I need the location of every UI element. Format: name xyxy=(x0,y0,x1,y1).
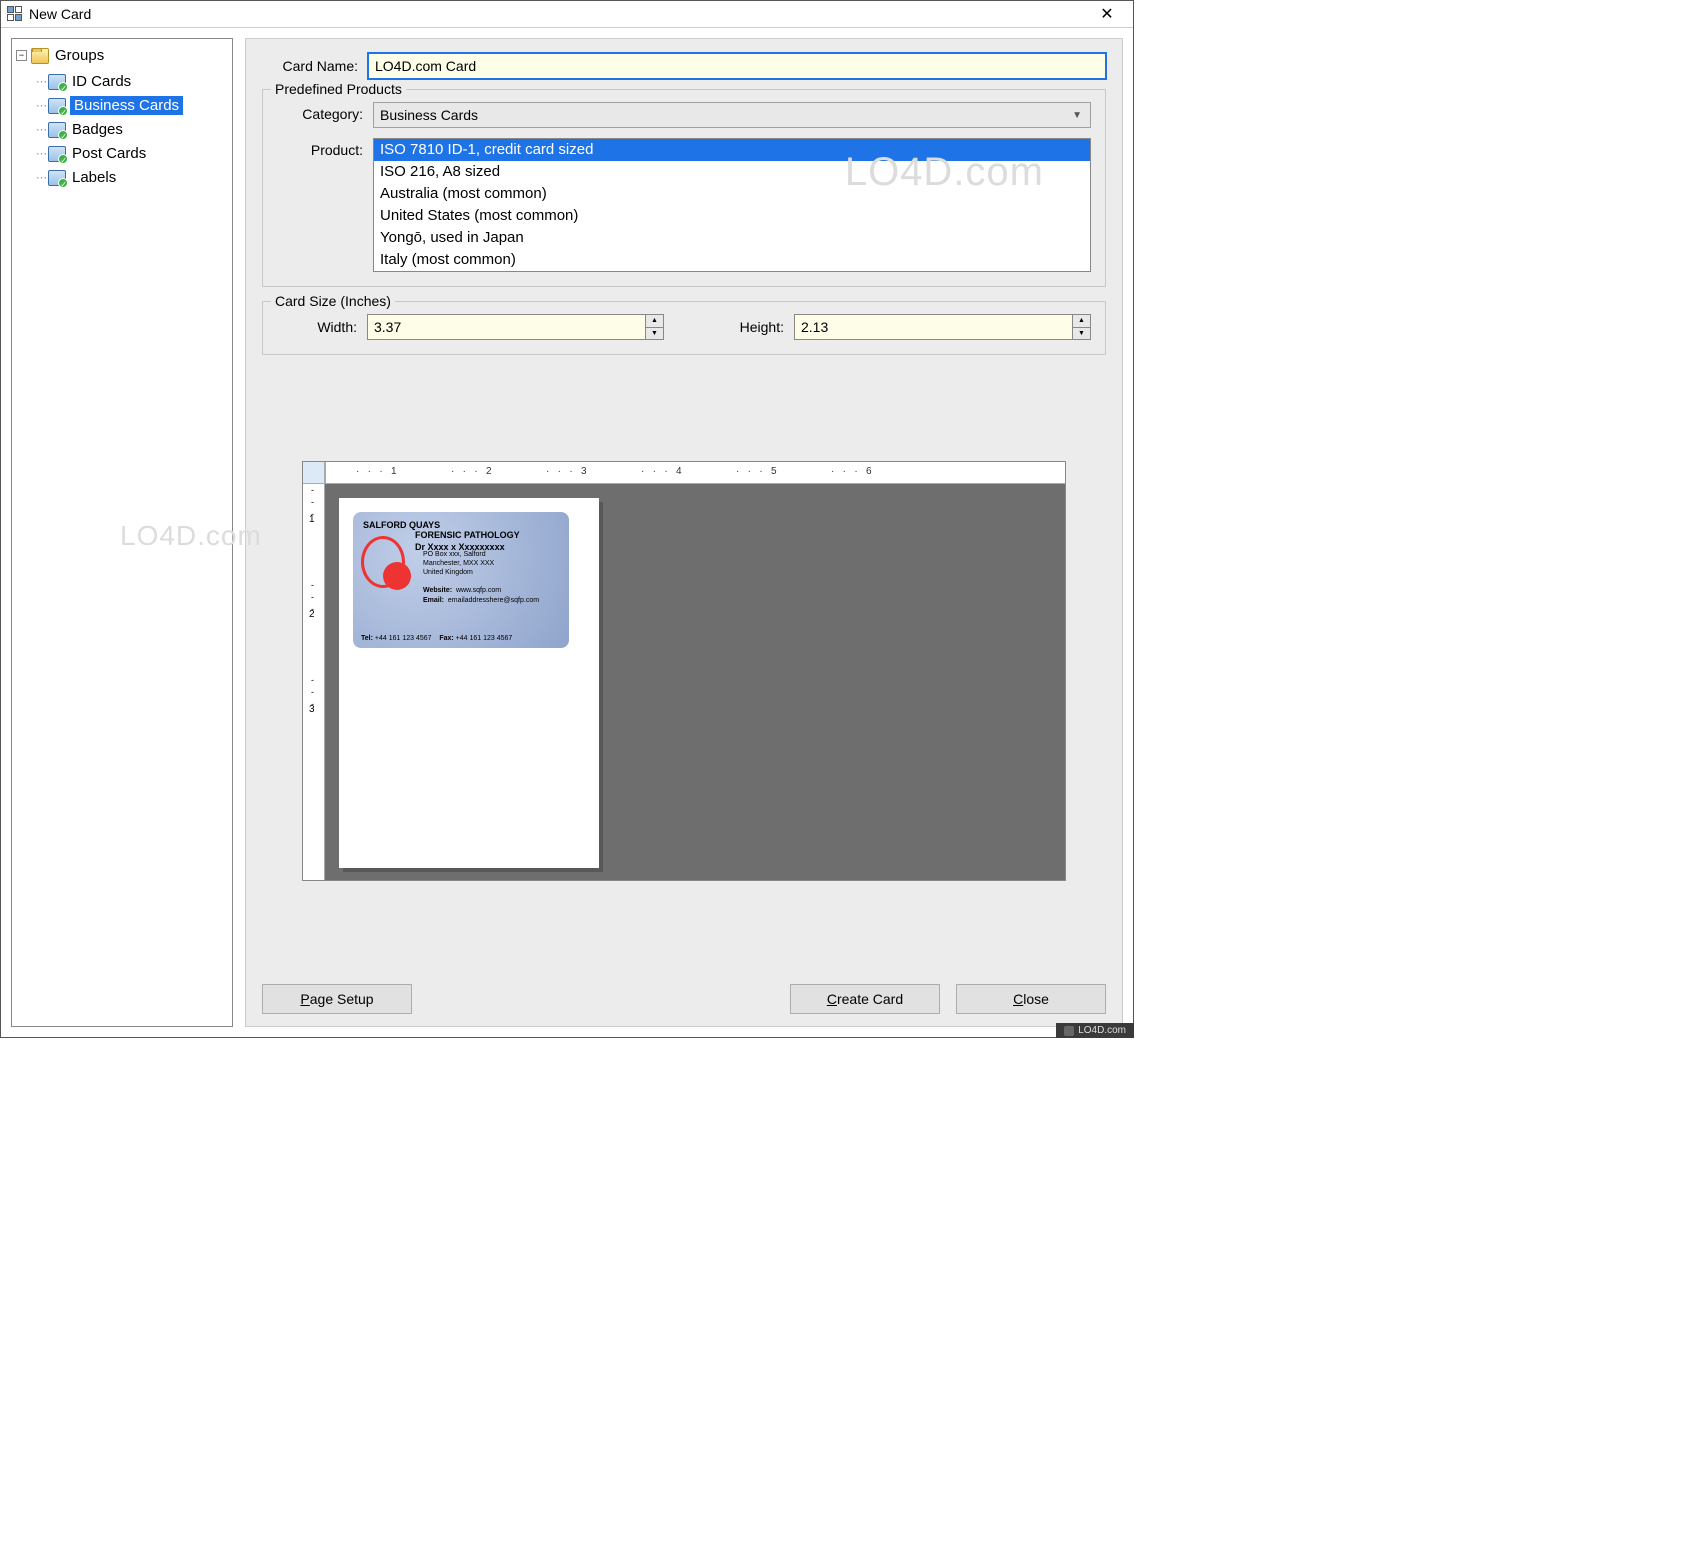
ruler-horizontal: · · · 1· · · 2· · · 3· · · 4· · · 5· · ·… xyxy=(325,462,1065,484)
product-option[interactable]: ISO 216, A8 sized xyxy=(374,161,1090,183)
card-icon xyxy=(48,122,66,138)
tree-item[interactable]: ⋯ Badges xyxy=(34,117,230,141)
groups-tree[interactable]: − Groups ⋯ ID Cards ⋯ Business Cards ⋯ B… xyxy=(11,38,233,1027)
tree-item-label: Badges xyxy=(70,120,125,139)
ruler-vertical: 1---2---3--- xyxy=(303,484,325,880)
width-input[interactable] xyxy=(368,315,645,339)
product-option[interactable]: United States (most common) xyxy=(374,205,1090,227)
tree-root-groups[interactable]: − Groups xyxy=(14,43,230,67)
window-title: New Card xyxy=(29,6,1087,22)
category-label: Category: xyxy=(277,102,363,122)
new-card-window: New Card ✕ − Groups ⋯ ID Cards ⋯ Busines… xyxy=(0,0,1134,1038)
app-icon xyxy=(7,6,23,22)
card-icon xyxy=(48,146,66,162)
card-logo-icon xyxy=(361,536,413,588)
card-name-label: Card Name: xyxy=(262,58,358,74)
footer-icon xyxy=(1064,1026,1074,1036)
page-setup-button[interactable]: Page Setup xyxy=(262,984,412,1014)
product-option[interactable]: ISO 7810 ID-1, credit card sized xyxy=(374,139,1090,161)
card-size-group: Card Size (Inches) Width: ▲▼ Height: xyxy=(262,301,1106,355)
card-name-input[interactable] xyxy=(368,53,1106,79)
business-card-preview: SALFORD QUAYS FORENSIC PATHOLOGY Dr Xxxx… xyxy=(353,512,569,648)
tree-item-label: Labels xyxy=(70,168,118,187)
card-telfax: Tel: +44 161 123 4567 Fax: +44 161 123 4… xyxy=(361,635,512,642)
card-company-2: FORENSIC PATHOLOGY xyxy=(415,530,559,540)
height-down-icon[interactable]: ▼ xyxy=(1073,328,1090,340)
footer-badge: LO4D.com xyxy=(1056,1023,1134,1038)
chevron-down-icon: ▼ xyxy=(1072,110,1082,121)
close-button[interactable]: Close xyxy=(956,984,1106,1014)
tree-item[interactable]: ⋯ Business Cards xyxy=(34,93,230,117)
form-panel: Card Name: Predefined Products Category:… xyxy=(245,38,1123,1027)
tree-root-label: Groups xyxy=(53,46,106,65)
collapse-icon[interactable]: − xyxy=(16,50,27,61)
category-value: Business Cards xyxy=(380,107,478,123)
width-label: Width: xyxy=(277,319,357,335)
create-card-button[interactable]: Create Card xyxy=(790,984,940,1014)
width-down-icon[interactable]: ▼ xyxy=(646,328,663,340)
product-option[interactable]: Australia (most common) xyxy=(374,183,1090,205)
card-company-1: SALFORD QUAYS xyxy=(363,520,559,530)
width-spinner[interactable]: ▲▼ xyxy=(367,314,664,340)
titlebar: New Card ✕ xyxy=(1,1,1133,28)
preview-area: · · · 1· · · 2· · · 3· · · 4· · · 5· · ·… xyxy=(302,461,1066,881)
height-spinner[interactable]: ▲▼ xyxy=(794,314,1091,340)
product-option[interactable]: Yongō, used in Japan xyxy=(374,227,1090,249)
folder-icon xyxy=(31,48,49,64)
height-up-icon[interactable]: ▲ xyxy=(1073,315,1090,328)
product-option[interactable]: Italy (most common) xyxy=(374,249,1090,271)
close-icon[interactable]: ✕ xyxy=(1087,1,1127,27)
preview-canvas: SALFORD QUAYS FORENSIC PATHOLOGY Dr Xxxx… xyxy=(325,484,1065,880)
card-size-legend: Card Size (Inches) xyxy=(271,293,395,309)
card-contact: Website: www.sqfp.com Email: emailaddres… xyxy=(423,586,539,606)
card-icon xyxy=(48,98,66,114)
card-icon xyxy=(48,170,66,186)
ruler-corner xyxy=(303,462,325,484)
category-combo[interactable]: Business Cards ▼ xyxy=(373,102,1091,128)
tree-item[interactable]: ⋯ Post Cards xyxy=(34,141,230,165)
preview-page: SALFORD QUAYS FORENSIC PATHOLOGY Dr Xxxx… xyxy=(339,498,599,868)
predefined-products-group: Predefined Products Category: Business C… xyxy=(262,89,1106,287)
product-label: Product: xyxy=(277,138,363,158)
tree-item[interactable]: ⋯ ID Cards xyxy=(34,69,230,93)
card-address: PO Box xxx, Salford Manchester, MXX XXX … xyxy=(423,550,494,577)
card-icon xyxy=(48,74,66,90)
tree-item-label: Business Cards xyxy=(70,96,183,115)
product-listbox[interactable]: ISO 7810 ID-1, credit card sizedISO 216,… xyxy=(373,138,1091,272)
predefined-legend: Predefined Products xyxy=(271,81,406,97)
tree-item[interactable]: ⋯ Labels xyxy=(34,165,230,189)
height-input[interactable] xyxy=(795,315,1072,339)
width-up-icon[interactable]: ▲ xyxy=(646,315,663,328)
height-label: Height: xyxy=(704,319,784,335)
tree-item-label: Post Cards xyxy=(70,144,148,163)
tree-item-label: ID Cards xyxy=(70,72,133,91)
